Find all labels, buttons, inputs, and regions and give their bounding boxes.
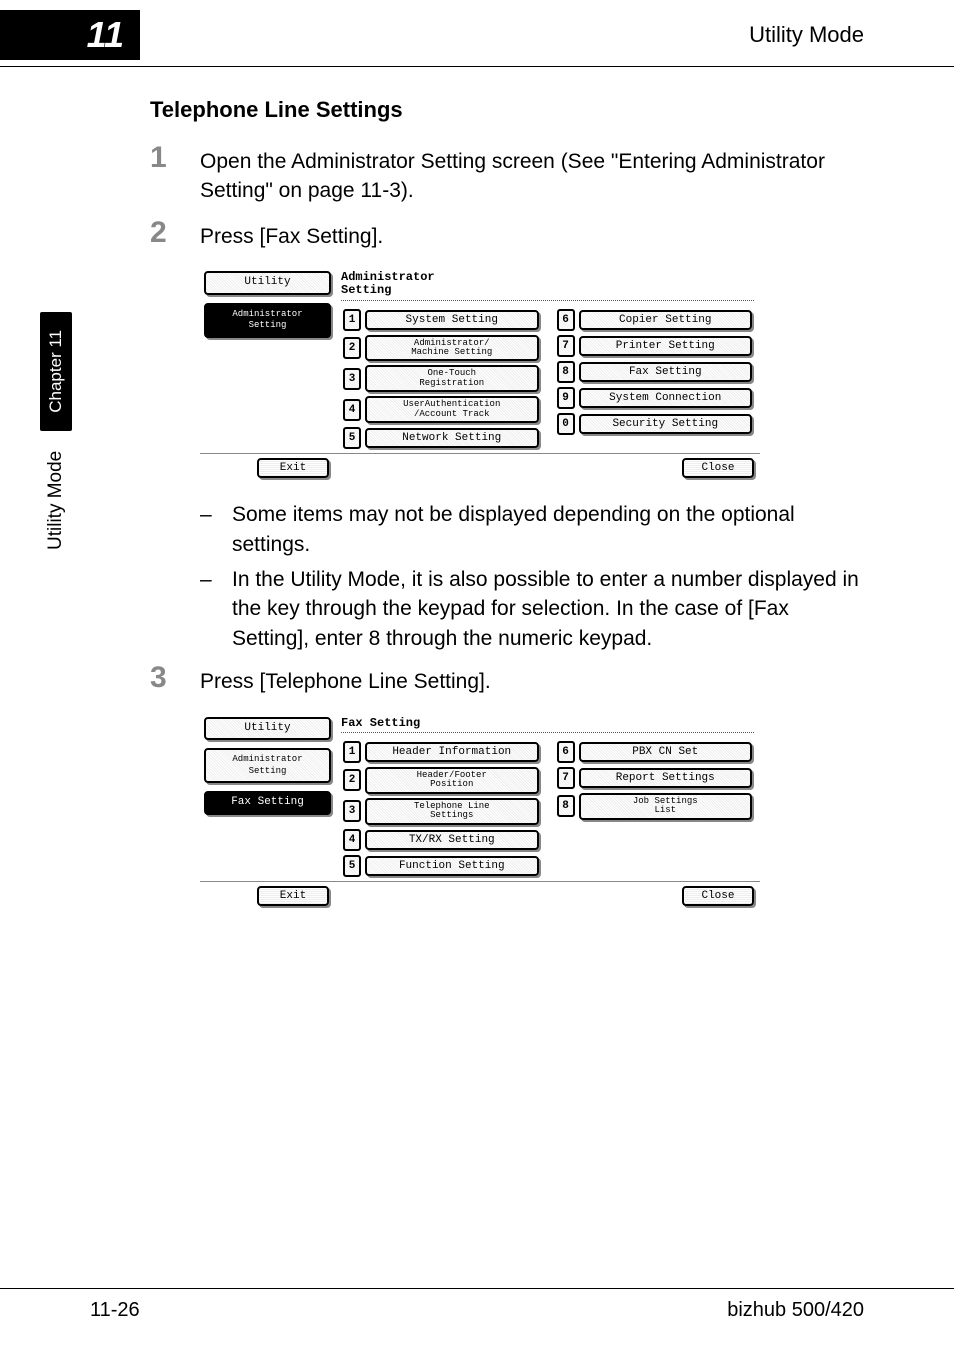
side-tab: Utility Mode Chapter 11 [40, 312, 72, 550]
sidebar-admin-setting[interactable]: AdministratorSetting [204, 748, 331, 783]
step-1-number: 1 [150, 143, 200, 206]
report-settings-button[interactable]: Report Settings [579, 768, 753, 788]
sidebar-utility[interactable]: Utility [204, 271, 331, 295]
exit-button[interactable]: Exit [257, 886, 329, 906]
header-footer-position-button[interactable]: Header/FooterPosition [365, 767, 539, 794]
tx-rx-setting-button[interactable]: TX/RX Setting [365, 830, 539, 850]
system-setting-button[interactable]: System Setting [365, 310, 539, 330]
header-mode: Utility Mode [749, 22, 864, 48]
close-button[interactable]: Close [682, 458, 754, 478]
step-2-text: Press [Fax Setting]. [200, 222, 383, 251]
side-chapter-label: Chapter 11 [40, 312, 72, 431]
bullet-2: – In the Utility Mode, it is also possib… [200, 565, 864, 653]
chapter-number: 11 [0, 10, 140, 60]
security-setting-button[interactable]: Security Setting [579, 414, 753, 434]
close-button[interactable]: Close [682, 886, 754, 906]
step-1: 1 Open the Administrator Setting screen … [150, 147, 864, 206]
telephone-line-settings-button[interactable]: Telephone LineSettings [365, 798, 539, 825]
page-header: 11 Utility Mode [0, 0, 954, 67]
fax-setting-screen: Utility AdministratorSetting Fax Setting… [200, 713, 760, 910]
page-footer: 11-26 bizhub 500/420 [0, 1288, 954, 1322]
function-setting-button[interactable]: Function Setting [365, 856, 539, 876]
network-setting-button[interactable]: Network Setting [365, 428, 539, 448]
admin-setting-title: AdministratorSetting [335, 267, 760, 299]
section-title: Telephone Line Settings [150, 97, 864, 123]
printer-setting-button[interactable]: Printer Setting [579, 336, 753, 356]
admin-setting-screen: Utility AdministratorSetting Administrat… [200, 267, 760, 482]
step-3-number: 3 [150, 663, 200, 696]
sidebar-fax-setting[interactable]: Fax Setting [204, 791, 331, 815]
pbx-cn-set-button[interactable]: PBX CN Set [579, 742, 753, 762]
header-information-button[interactable]: Header Information [365, 742, 539, 762]
exit-button[interactable]: Exit [257, 458, 329, 478]
admin-machine-setting-button[interactable]: Administrator/Machine Setting [365, 335, 539, 362]
system-connection-button[interactable]: System Connection [579, 388, 753, 408]
step-2-number: 2 [150, 218, 200, 251]
side-utility-label: Utility Mode [45, 451, 67, 550]
one-touch-registration-button[interactable]: One-TouchRegistration [365, 365, 539, 392]
model-name: bizhub 500/420 [727, 1299, 864, 1322]
step-2: 2 Press [Fax Setting]. [150, 222, 864, 251]
step-3-text: Press [Telephone Line Setting]. [200, 667, 491, 696]
step-1-text: Open the Administrator Setting screen (S… [200, 147, 864, 206]
bullet-1: – Some items may not be displayed depend… [200, 500, 864, 559]
fax-setting-title: Fax Setting [335, 713, 760, 732]
step-3: 3 Press [Telephone Line Setting]. [150, 667, 864, 696]
job-settings-list-button[interactable]: Job SettingsList [579, 793, 753, 820]
page-number: 11-26 [90, 1299, 140, 1322]
user-authentication-button[interactable]: UserAuthentication/Account Track [365, 396, 539, 423]
copier-setting-button[interactable]: Copier Setting [579, 310, 753, 330]
sidebar-admin-setting[interactable]: AdministratorSetting [204, 303, 331, 338]
fax-setting-button[interactable]: Fax Setting [579, 362, 753, 382]
sidebar-utility[interactable]: Utility [204, 717, 331, 741]
